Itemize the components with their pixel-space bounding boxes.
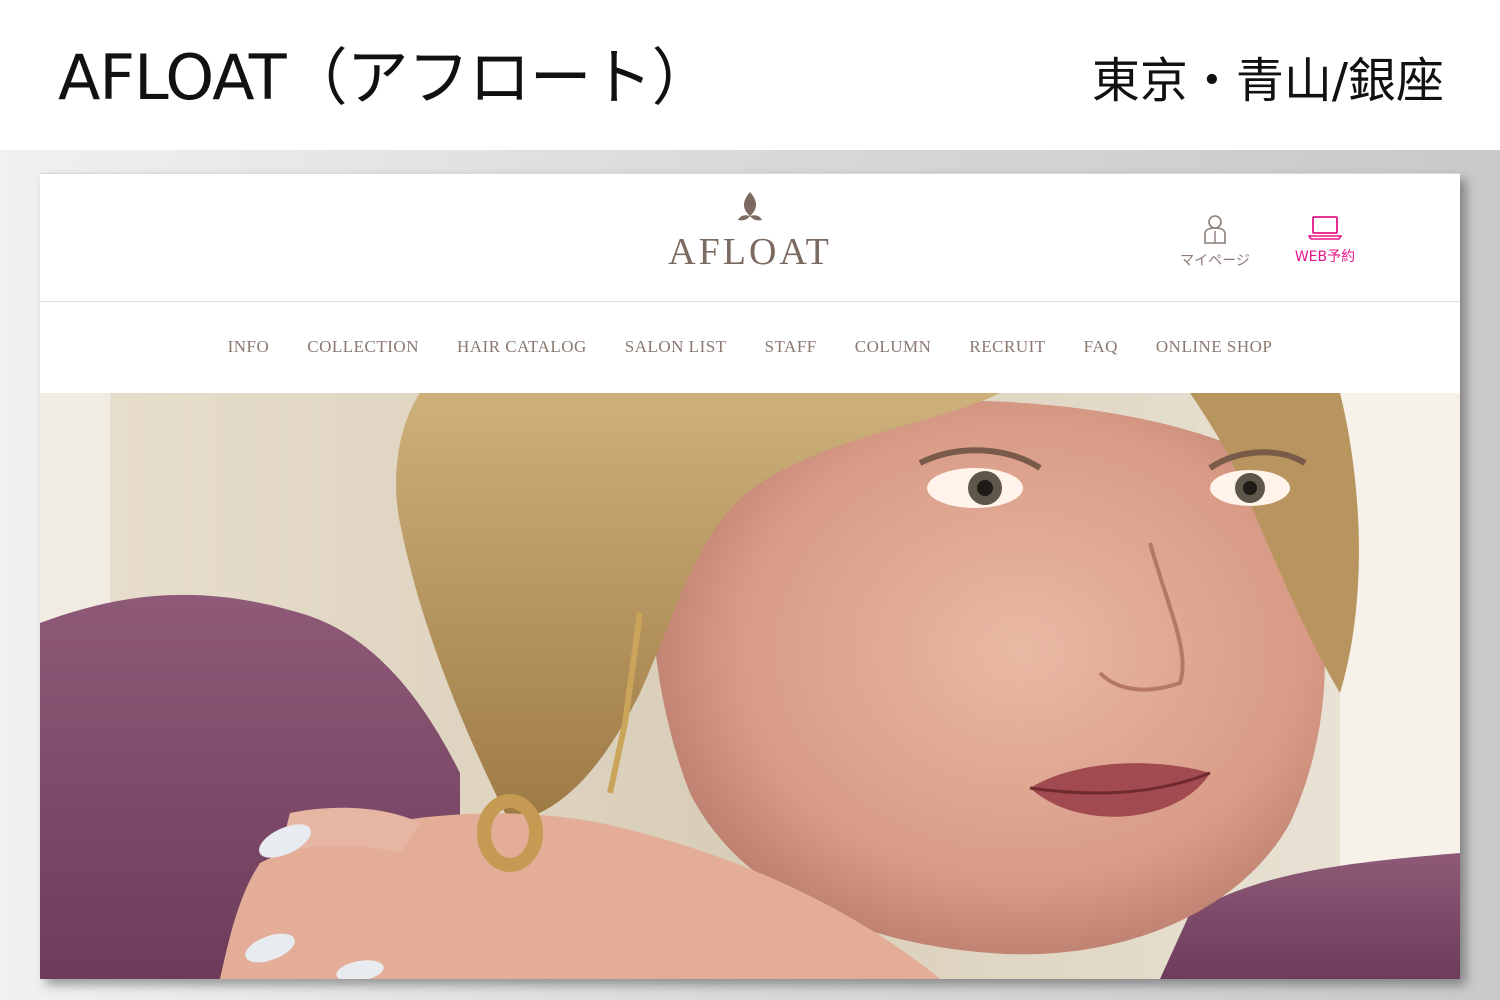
nav-column[interactable]: COLUMN — [855, 337, 932, 357]
nav-recruit[interactable]: RECRUIT — [969, 337, 1045, 357]
caption-bar: AFLOAT（アフロート） 東京・青山/銀座 — [0, 0, 1500, 150]
leaf-logo-icon — [738, 192, 762, 221]
user-icon — [1204, 215, 1226, 244]
main-nav: INFO COLLECTION HAIR CATALOG SALON LIST … — [40, 302, 1460, 392]
hero-portrait-illustration — [40, 393, 1460, 979]
site-header: AFLOAT マイページ WEB予約 — [40, 174, 1460, 302]
mypage-button[interactable]: マイページ — [1175, 214, 1255, 274]
web-reservation-label: WEB予約 — [1294, 249, 1356, 265]
hero-image — [40, 393, 1460, 979]
mypage-label: マイページ — [1180, 253, 1250, 269]
logo-text: AFLOAT — [668, 231, 832, 273]
website-screenshot: AFLOAT マイページ WEB予約 INFO COLLECTION HAIR … — [40, 173, 1460, 979]
nav-info[interactable]: INFO — [228, 337, 270, 357]
nav-online-shop[interactable]: ONLINE SHOP — [1156, 337, 1272, 357]
nav-collection[interactable]: COLLECTION — [307, 337, 419, 357]
caption-location: 東京・青山/銀座 — [1091, 53, 1444, 109]
afloat-logo[interactable]: AFLOAT — [660, 190, 840, 280]
nav-salon-list[interactable]: SALON LIST — [625, 337, 727, 357]
nav-hair-catalog[interactable]: HAIR CATALOG — [457, 337, 587, 357]
web-reservation-button[interactable]: WEB予約 — [1280, 214, 1370, 274]
caption-title: AFLOAT（アフロート） — [58, 41, 714, 114]
nav-staff[interactable]: STAFF — [765, 337, 817, 357]
nav-faq[interactable]: FAQ — [1084, 337, 1118, 357]
laptop-icon — [1307, 216, 1343, 240]
